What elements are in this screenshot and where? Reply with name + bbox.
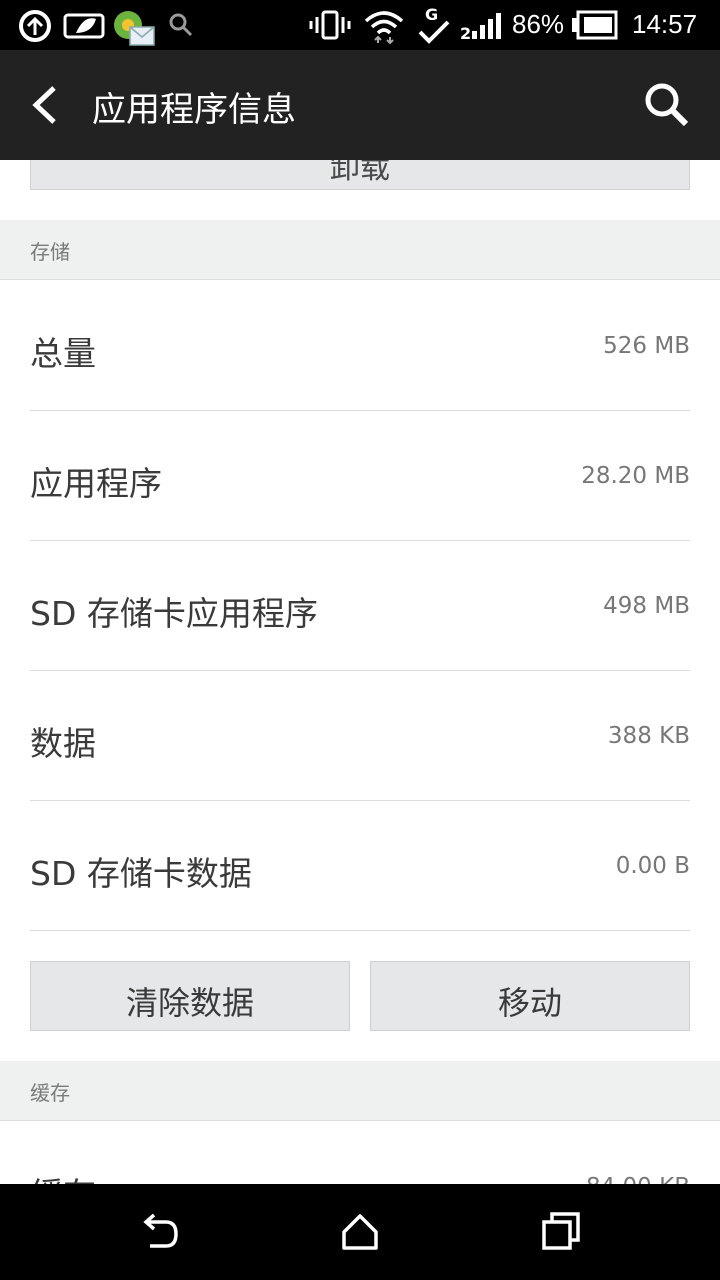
row-label: SD 存储卡应用程序	[30, 594, 318, 633]
row-value: 388 KB	[607, 723, 690, 749]
search-icon[interactable]	[640, 78, 694, 132]
message-icon	[114, 11, 155, 46]
storage-row-sd-data[interactable]: SD 存储卡数据 0.00 B	[30, 801, 690, 931]
clear-data-label: 清除数据	[125, 984, 254, 1022]
battery-percent: 86%	[512, 9, 565, 39]
row-value: 28.20 MB	[581, 463, 690, 489]
navigation-bar	[0, 1184, 720, 1280]
g-network-icon: G	[418, 5, 450, 44]
row-label: 总量	[30, 334, 96, 373]
leaf-icon	[63, 13, 105, 39]
row-label: SD 存储卡数据	[30, 854, 252, 893]
app-info-content[interactable]: 卸载 存储 总量 526 MB 应用程序 28.20 MB SD 存储卡应用程序…	[0, 160, 720, 1184]
row-value: 526 MB	[603, 333, 690, 359]
back-arrow-icon[interactable]	[22, 80, 72, 130]
status-bar: G 2 86% 14:57	[0, 0, 720, 50]
clear-data-button[interactable]: 清除数据	[30, 961, 350, 1031]
page-title: 应用程序信息	[92, 90, 296, 130]
move-button[interactable]: 移动	[370, 961, 690, 1031]
row-value: 84.00 KB	[586, 1174, 690, 1184]
storage-row-sd-app[interactable]: SD 存储卡应用程序 498 MB	[30, 541, 690, 671]
wifi-icon	[364, 11, 404, 45]
signal-icon: 2	[460, 13, 501, 43]
uninstall-label: 卸载	[330, 160, 390, 186]
svg-text:G: G	[425, 5, 438, 24]
row-label: 数据	[30, 724, 96, 763]
row-label: 应用程序	[30, 464, 162, 503]
battery-icon	[572, 10, 618, 40]
vibrate-icon	[309, 10, 351, 40]
search-icon	[169, 13, 193, 37]
home-icon[interactable]	[336, 1208, 384, 1256]
storage-row-app[interactable]: 应用程序 28.20 MB	[30, 411, 690, 541]
storage-row-total[interactable]: 总量 526 MB	[30, 281, 690, 411]
svg-text:2: 2	[460, 24, 471, 43]
storage-section-label: 存储	[30, 240, 70, 264]
row-value: 498 MB	[603, 593, 690, 619]
uninstall-button[interactable]: 卸载	[30, 160, 690, 190]
action-bar: 应用程序信息	[0, 50, 720, 160]
storage-row-data[interactable]: 数据 388 KB	[30, 671, 690, 801]
cache-row[interactable]: 缓存 84.00 KB	[30, 1122, 690, 1184]
storage-section-header: 存储	[0, 220, 720, 280]
move-label: 移动	[497, 984, 562, 1022]
row-value: 0.00 B	[615, 853, 690, 879]
cache-section-label: 缓存	[30, 1081, 70, 1105]
clock: 14:57	[632, 9, 698, 39]
sync-icon	[19, 10, 51, 42]
row-label: 缓存	[30, 1168, 96, 1184]
recents-icon[interactable]	[536, 1208, 584, 1256]
back-icon[interactable]	[136, 1208, 184, 1256]
cache-section-header: 缓存	[0, 1061, 720, 1121]
